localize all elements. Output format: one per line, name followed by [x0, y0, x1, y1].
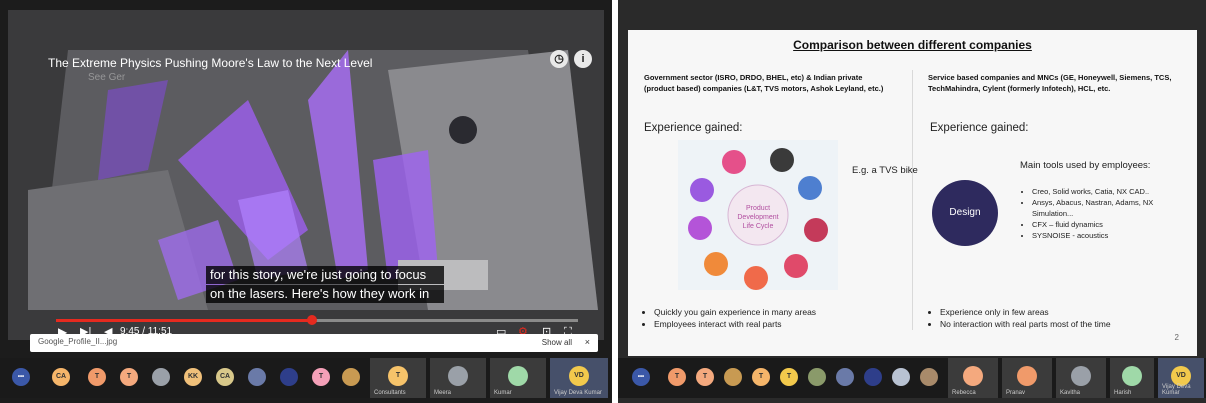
tile-name: Kumar — [494, 390, 512, 396]
participant-avatar[interactable] — [152, 368, 170, 386]
left-heading: Government sector (ISRO, DRDO, BHEL, etc… — [644, 73, 884, 93]
tool-item: CFX – fluid dynamics — [1032, 219, 1192, 230]
tile-avatar — [963, 366, 983, 386]
participant-tile[interactable]: Rebecca — [948, 358, 998, 398]
participant-avatar[interactable] — [808, 368, 826, 386]
participant-avatar[interactable]: CA — [52, 368, 70, 386]
bullet-item: Employees interact with real parts — [654, 318, 914, 330]
participant-avatar[interactable] — [836, 368, 854, 386]
experience-label-right: Experience gained: — [930, 122, 1029, 134]
caption-line-2: on the lasers. Here's how they work in — [206, 285, 444, 303]
participant-avatar[interactable] — [892, 368, 910, 386]
tile-avatar — [1071, 366, 1091, 386]
column-divider — [912, 70, 913, 330]
bullet-item: No interaction with real parts most of t… — [940, 318, 1200, 330]
tile-avatar — [448, 366, 468, 386]
tile-avatar: T — [388, 366, 408, 386]
svg-text:Product: Product — [746, 205, 770, 212]
right-bullets: Experience only in few areas No interact… — [928, 306, 1200, 330]
right-heading: Service based companies and MNCs (GE, Ho… — [928, 73, 1172, 93]
participant-avatar[interactable] — [724, 368, 742, 386]
tile-name: Consultants — [374, 390, 406, 396]
info-icon[interactable]: i — [574, 50, 592, 68]
slide-page-number: 2 — [1174, 333, 1179, 342]
tile-name: Kavitha — [1060, 390, 1081, 396]
bullet-item: Experience only in few areas — [940, 306, 1200, 318]
tile-avatar — [508, 366, 528, 386]
tile-avatar: VD — [569, 366, 589, 386]
svg-text:Life Cycle: Life Cycle — [743, 223, 774, 230]
tool-item: Creo, Solid works, Catia, NX CAD.. — [1032, 186, 1192, 197]
svg-text:Development: Development — [737, 214, 778, 221]
participant-tile[interactable]: Pranav — [1002, 358, 1052, 398]
participant-avatar[interactable]: CA — [216, 368, 234, 386]
tools-heading: Main tools used by employees: — [1020, 160, 1151, 171]
tool-item: Ansys, Abacus, Nastran, Adams, NX Simula… — [1032, 197, 1192, 219]
bullet-item: Quickly you gain experience in many area… — [654, 306, 914, 318]
tile-name: Meera — [434, 390, 452, 396]
tile-name: Pranav — [1006, 390, 1026, 396]
video-progress-bar[interactable] — [56, 315, 578, 325]
participant-avatar[interactable] — [280, 368, 298, 386]
participant-avatar[interactable] — [342, 368, 360, 386]
participant-avatar[interactable]: T — [312, 368, 330, 386]
slide-title: Comparison between different companies — [793, 38, 1032, 52]
left-bullets: Quickly you gain experience in many area… — [642, 306, 914, 330]
tile-name: Vijay Deva Kumar — [1162, 384, 1191, 396]
participant-avatar[interactable] — [864, 368, 882, 386]
design-circle: Design — [932, 180, 998, 246]
show-all-button[interactable]: Show all — [542, 338, 572, 347]
progress-fill — [56, 319, 312, 322]
more-participants-button[interactable]: ••• — [12, 368, 30, 386]
participant-tile[interactable]: VD Vijay Deva Kumar — [1158, 358, 1204, 398]
more-participants-button[interactable]: ••• — [632, 368, 650, 386]
video-title: The Extreme Physics Pushing Moore's Law … — [48, 56, 373, 70]
presentation-slide: Comparison between different companies G… — [628, 30, 1197, 356]
participant-avatar[interactable]: T — [696, 368, 714, 386]
participant-tile[interactable]: Kavitha — [1056, 358, 1106, 398]
participant-avatar[interactable]: T — [120, 368, 138, 386]
caption-line-1: for this story, we're just going to focu… — [206, 266, 444, 284]
participant-tile[interactable]: Kumar — [490, 358, 546, 398]
watch-later-icon[interactable]: ◷ — [550, 50, 568, 68]
participant-tile[interactable]: T Consultants — [370, 358, 426, 398]
participant-avatar[interactable] — [248, 368, 266, 386]
participant-avatar[interactable] — [920, 368, 938, 386]
right-meeting-screen: Comparison between different companies G… — [618, 0, 1206, 403]
tool-item: SYSNOISE - acoustics — [1032, 230, 1192, 241]
lifecycle-diagram: Product Development Life Cycle — [678, 140, 838, 290]
participant-avatar[interactable]: T — [752, 368, 770, 386]
example-label: E.g. a TVS bike — [852, 165, 918, 176]
download-bar: Google_Profile_II...jpg Show all × — [30, 334, 598, 352]
video-player[interactable]: The Extreme Physics Pushing Moore's Law … — [8, 10, 604, 340]
experience-label-left: Experience gained: — [644, 122, 743, 134]
tile-name: Harish — [1114, 390, 1132, 396]
tile-name: Vijay Deva Kumar — [554, 390, 602, 396]
participant-avatar[interactable]: KK — [184, 368, 202, 386]
tools-list: Creo, Solid works, Catia, NX CAD.. Ansys… — [1020, 186, 1192, 241]
participant-avatar[interactable]: T — [88, 368, 106, 386]
participant-tile[interactable]: Harish — [1110, 358, 1154, 398]
participant-avatar[interactable]: T — [668, 368, 686, 386]
left-meeting-screen: The Extreme Physics Pushing Moore's Law … — [0, 0, 612, 403]
tile-avatar — [1017, 366, 1037, 386]
participant-avatar[interactable]: T — [780, 368, 798, 386]
download-item[interactable]: Google_Profile_II...jpg — [38, 337, 117, 346]
participant-tile[interactable]: Meera — [430, 358, 486, 398]
video-watermark: See Ger — [88, 72, 126, 83]
tile-name: Rebecca — [952, 390, 976, 396]
tile-avatar: VD — [1171, 366, 1191, 386]
progress-scrubber[interactable] — [306, 315, 317, 325]
tile-avatar — [1122, 366, 1142, 386]
close-download-bar-icon[interactable]: × — [585, 337, 590, 347]
participant-tile[interactable]: VD Vijay Deva Kumar — [550, 358, 608, 398]
